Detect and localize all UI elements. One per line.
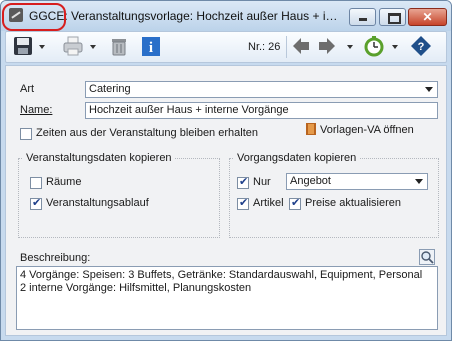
magnifier-icon [419, 249, 435, 265]
event-schedule-checkbox[interactable] [30, 196, 42, 210]
toolbar-separator [286, 36, 287, 58]
window-title: GGCE: Veranstaltungsvorlage: Hochzeit au… [29, 9, 341, 23]
keep-times-checkbox[interactable] [20, 128, 32, 140]
save-dropdown-icon[interactable] [39, 45, 45, 49]
back-arrow-icon [293, 38, 309, 54]
chevron-down-icon [425, 87, 433, 92]
help-icon: ? [411, 36, 431, 56]
back-button[interactable] [291, 35, 311, 59]
save-button[interactable] [12, 35, 36, 59]
articles-label: Artikel [253, 197, 284, 209]
forward-arrow-icon [319, 38, 335, 54]
record-number: Nr.: 26 [248, 41, 281, 53]
only-label: Nur [253, 176, 271, 188]
rooms-checkbox[interactable] [30, 177, 42, 189]
form-panel: Art Catering Name: Hochzeit außer Haus +… [5, 65, 447, 336]
zoom-button[interactable] [419, 249, 435, 265]
delete-button[interactable] [108, 35, 132, 59]
forward-dropdown-icon[interactable] [347, 45, 353, 49]
only-checkbox[interactable] [237, 175, 249, 189]
chevron-down-icon [415, 179, 423, 184]
description-label: Beschreibung: [20, 252, 91, 264]
close-icon: ✕ [422, 10, 433, 24]
update-prices-label: Preise aktualisieren [305, 197, 401, 209]
print-dropdown-icon[interactable] [90, 45, 96, 49]
open-template-label: Vorlagen-VA öffnen [320, 124, 414, 136]
update-prices-checkbox[interactable] [289, 196, 301, 210]
minimize-button[interactable] [349, 8, 376, 26]
description-line: 2 interne Vorgänge: Hilfsmittel, Planung… [20, 282, 252, 294]
art-label: Art [20, 83, 35, 95]
only-select[interactable]: Angebot [286, 173, 428, 190]
maximize-button[interactable] [379, 8, 406, 26]
save-icon [14, 37, 32, 55]
description-textarea[interactable]: 4 Vorgänge: Speisen: 3 Buffets, Getränke… [16, 266, 438, 330]
name-input[interactable]: Hochzeit außer Haus + interne Vorgänge [85, 102, 438, 119]
timer-button[interactable] [363, 35, 387, 59]
forward-button[interactable] [317, 35, 337, 59]
process-data-group-title: Vorgangsdaten kopieren [234, 152, 360, 164]
art-value: Catering [89, 83, 131, 95]
title-bar[interactable]: GGCE: Veranstaltungsvorlage: Hochzeit au… [1, 1, 451, 31]
svg-text:?: ? [418, 41, 425, 53]
dialog-window: GGCE: Veranstaltungsvorlage: Hochzeit au… [0, 0, 452, 341]
event-data-group-title: Veranstaltungsdaten kopieren [23, 152, 175, 164]
close-button[interactable]: ✕ [408, 8, 447, 26]
book-icon [306, 123, 316, 135]
svg-text:i: i [149, 40, 153, 56]
only-value: Angebot [290, 175, 331, 187]
help-button[interactable]: ? [410, 35, 434, 59]
rooms-label: Räume [46, 176, 82, 188]
toolbar: i Nr.: 26 ? [5, 31, 447, 63]
delete-icon [112, 39, 126, 56]
art-select[interactable]: Catering [85, 81, 438, 98]
name-value: Hochzeit außer Haus + interne Vorgänge [89, 104, 289, 116]
print-button[interactable] [62, 35, 86, 59]
info-icon: i [142, 37, 160, 56]
stopwatch-icon [364, 36, 384, 57]
highlight-marker [2, 3, 66, 31]
name-label: Name: [20, 104, 53, 116]
articles-checkbox[interactable] [237, 196, 249, 210]
description-line: 4 Vorgänge: Speisen: 3 Buffets, Getränke… [20, 269, 423, 281]
keep-times-label: Zeiten aus der Veranstaltung bleiben erh… [36, 127, 258, 139]
print-icon [63, 36, 83, 56]
info-button[interactable]: i [141, 35, 163, 59]
event-schedule-label: Veranstaltungsablauf [46, 197, 149, 209]
timer-dropdown-icon[interactable] [392, 45, 398, 49]
